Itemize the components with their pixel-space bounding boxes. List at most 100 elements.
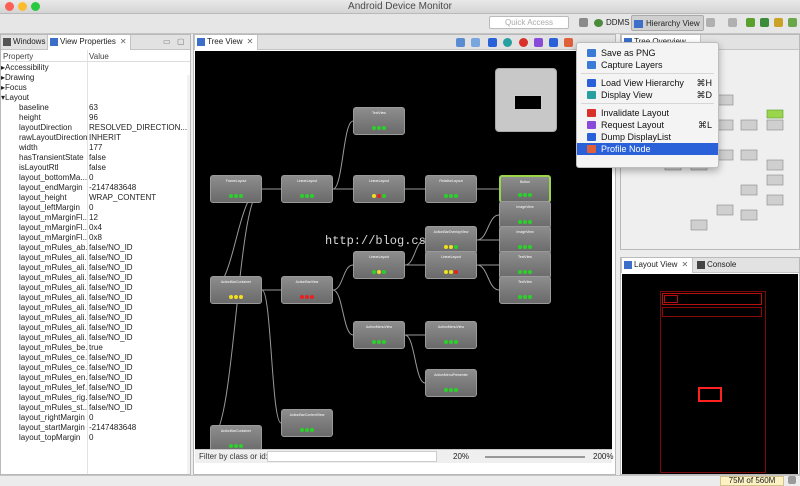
property-row[interactable]: layout_mRules_ali... false/NO_ID [1,293,190,303]
menu-item-save-as-png[interactable]: Save as PNG [577,47,718,59]
property-row[interactable]: ▸ Accessibility [1,63,190,73]
property-row[interactable]: layout_mRules_ali... false/NO_ID [1,323,190,333]
property-row[interactable]: width 177 [1,143,190,153]
property-row[interactable]: layout_mRules_ali... false/NO_ID [1,273,190,283]
property-row[interactable]: baseline 63 [1,103,190,113]
menu-item-request-layout[interactable]: Request Layout ⌘L [577,119,718,131]
value-column-header[interactable]: Value [89,52,187,62]
tree-node[interactable]: ActionMenuView [353,321,405,349]
tree-node[interactable]: RelativeLayout [425,175,477,203]
property-row[interactable]: layout_mMarginFl... 0x4 [1,223,190,233]
tree-node[interactable]: ActionBarContextView [281,409,333,437]
property-row[interactable]: layout_mRules_ali... false/NO_ID [1,253,190,263]
display-view-icon[interactable] [503,38,512,47]
tab-console[interactable]: Console [695,258,747,273]
menu-item-display-view[interactable]: Display View ⌘D [577,89,718,101]
property-row[interactable]: layout_leftMargin 0 [1,203,190,213]
android-sdk-icon[interactable] [746,18,755,27]
property-row[interactable]: ▸ Focus [1,83,190,93]
property-row[interactable]: layout_mRules_ali... false/NO_ID [1,303,190,313]
tree-node[interactable]: ActionBarContainer [210,276,262,304]
quick-access-input[interactable]: Quick Access [489,16,569,29]
filter-input[interactable] [267,451,437,462]
load-hierarchy-icon[interactable] [488,38,497,47]
tree-canvas[interactable]: http://blog.csdn.net/ FrameLayout LinearL… [195,51,612,449]
property-row[interactable]: layout_mRules_ali... false/NO_ID [1,263,190,273]
property-row[interactable]: hasTransientState false [1,153,190,163]
tree-node[interactable]: LinearLayout [281,175,333,203]
property-row[interactable]: layout_bottomMa... 0 [1,173,190,183]
property-row[interactable]: layout_mRules_rig... false/NO_ID [1,393,190,403]
property-row[interactable]: ▸ Drawing [1,73,190,83]
menu-item-capture-layers[interactable]: Capture Layers [577,59,718,71]
android-avd-icon[interactable] [760,18,769,27]
tab-windows[interactable]: Windows [1,35,47,50]
property-row[interactable]: isLayoutRtl false [1,163,190,173]
menu-item-profile-node[interactable]: Profile Node [577,143,718,155]
layout-selected-outline[interactable] [698,387,722,402]
tree-node[interactable]: LinearLayout [353,251,405,279]
property-row[interactable]: layout_mRules_en... false/NO_ID [1,373,190,383]
close-icon[interactable]: ✕ [120,37,127,46]
property-row[interactable]: layout_height WRAP_CONTENT [1,193,190,203]
tree-node[interactable]: TextView [499,251,551,279]
tree-node[interactable]: TextView [353,107,405,135]
toolbar-back-icon[interactable] [706,18,715,27]
property-row[interactable]: layout_mRules_ce... false/NO_ID [1,353,190,363]
tree-node[interactable]: ActionMenuView [425,321,477,349]
profile-node-icon[interactable] [564,38,573,47]
property-row[interactable]: layout_endMargin -2147483648 [1,183,190,193]
tree-node[interactable]: ImageView [499,201,551,229]
property-row[interactable]: layout_mMarginFl... 0x8 [1,233,190,243]
tree-node[interactable]: ActionBarOverlayView [425,226,477,254]
tree-node[interactable]: Button [499,175,551,203]
dump-displaylist-icon[interactable] [549,38,558,47]
tree-node[interactable]: ImageView [499,226,551,254]
capture-layers-icon[interactable] [471,38,480,47]
property-row[interactable]: rawLayoutDirection INHERIT [1,133,190,143]
menu-item-dump-displaylist[interactable]: Dump DisplayList [577,131,718,143]
property-row[interactable]: layout_rightMargin 0 [1,413,190,423]
request-layout-icon[interactable] [534,38,543,47]
toolbar-forward-icon[interactable] [728,18,737,27]
perspective-ddms[interactable]: DDMS [592,15,633,31]
menu-item-load-view-hierarchy[interactable]: Load View Hierarchy ⌘H [577,77,718,89]
minimize-icon[interactable]: ▭ [161,35,175,50]
tree-node[interactable]: ActionBarView [281,276,333,304]
tree-node[interactable]: ActionBarContainer [210,425,262,449]
device-icon[interactable] [774,18,783,27]
tree-node[interactable]: FrameLayout [210,175,262,203]
tab-layout-view[interactable]: Layout View ✕ [621,258,693,273]
tab-view-properties[interactable]: View Properties ✕ [47,35,131,50]
close-icon[interactable]: ✕ [681,260,688,269]
layout-canvas[interactable] [622,274,798,474]
menu-item-invalidate-layout[interactable]: Invalidate Layout [577,107,718,119]
zoom-slider[interactable] [485,456,585,458]
property-row[interactable]: layout_mRules_ce... false/NO_ID [1,363,190,373]
property-column-header[interactable]: Property [1,52,87,62]
property-row[interactable]: layout_mMarginFl... 12 [1,213,190,223]
monitor-icon[interactable] [788,18,797,27]
property-row[interactable]: layout_mRules_ali... false/NO_ID [1,283,190,293]
property-row[interactable]: layout_startMargin -2147483648 [1,423,190,433]
property-row[interactable]: layout_mRules_ab... false/NO_ID [1,243,190,253]
property-row[interactable]: height 96 [1,113,190,123]
invalidate-layout-icon[interactable] [519,38,528,47]
save-png-icon[interactable] [456,38,465,47]
maximize-icon[interactable]: ▢ [175,35,189,50]
property-row[interactable]: layout_mRules_ali... false/NO_ID [1,313,190,323]
garbage-collect-icon[interactable] [788,476,796,484]
open-perspective-icon[interactable] [579,18,588,27]
tree-node[interactable]: LinearLayout [425,251,477,279]
property-row[interactable]: layout_mRules_lef... false/NO_ID [1,383,190,393]
tree-node[interactable]: TextView [499,276,551,304]
property-row[interactable]: layout_mRules_be... true [1,343,190,353]
property-row[interactable]: ▾ Layout [1,93,190,103]
property-row[interactable]: layout_mRules_ali... false/NO_ID [1,333,190,343]
tree-node[interactable]: LinearLayout [353,175,405,203]
perspective-hierarchy-view[interactable]: Hierarchy View [631,15,704,31]
property-row[interactable]: layoutDirection RESOLVED_DIRECTION... [1,123,190,133]
tab-tree-view[interactable]: Tree View ✕ [194,35,258,50]
property-row[interactable]: layout_mRules_st... false/NO_ID [1,403,190,413]
tree-node[interactable]: ActionMenuPresenter [425,369,477,397]
